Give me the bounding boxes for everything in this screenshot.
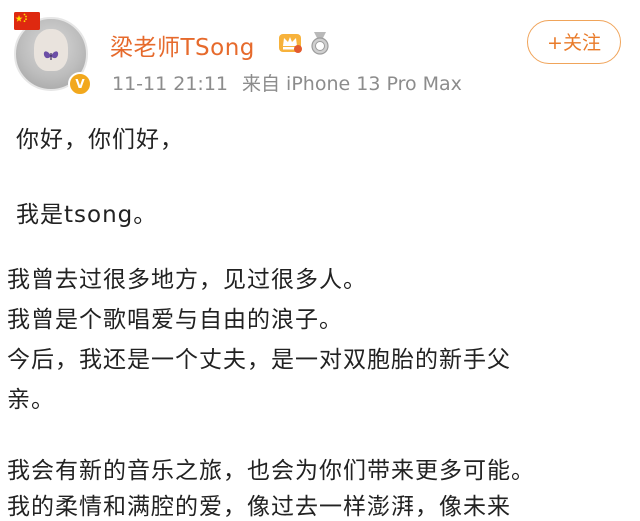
post-line: 你好，你们好， — [16, 127, 184, 153]
butterfly-icon — [43, 51, 59, 60]
crown-badge-icon[interactable] — [277, 30, 303, 54]
username[interactable]: 梁老师TSong — [110, 28, 255, 62]
medal-badge-icon[interactable] — [309, 31, 331, 55]
post-header: V 梁老师TSong 11-11 21:11 来自 iPhone 13 Pro M… — [0, 0, 640, 100]
post-time: 11-11 21:11 — [112, 73, 229, 95]
post-line: 我的柔情和满腔的爱，像过去一样澎湃，像未来 — [7, 494, 511, 520]
china-flag-icon — [14, 12, 40, 30]
post-line: 今后，我还是一个丈夫，是一对双胞胎的新手父 — [7, 347, 511, 373]
post-line: 我是tsong。 — [16, 202, 158, 228]
post-line: 我曾去过很多地方，见过很多人。 — [7, 267, 367, 293]
post-source[interactable]: 来自 iPhone 13 Pro Max — [242, 73, 462, 95]
post-meta: 11-11 21:11 来自 iPhone 13 Pro Max — [112, 69, 462, 96]
post-line: 我会有新的音乐之旅，也会为你们带来更多可能。 — [7, 458, 535, 484]
follow-button[interactable]: +关注 — [527, 20, 621, 64]
post-line: 我曾是个歌唱爱与自由的浪子。 — [7, 307, 343, 333]
post-line: 亲。 — [7, 387, 55, 413]
verified-badge-icon: V — [68, 72, 92, 96]
